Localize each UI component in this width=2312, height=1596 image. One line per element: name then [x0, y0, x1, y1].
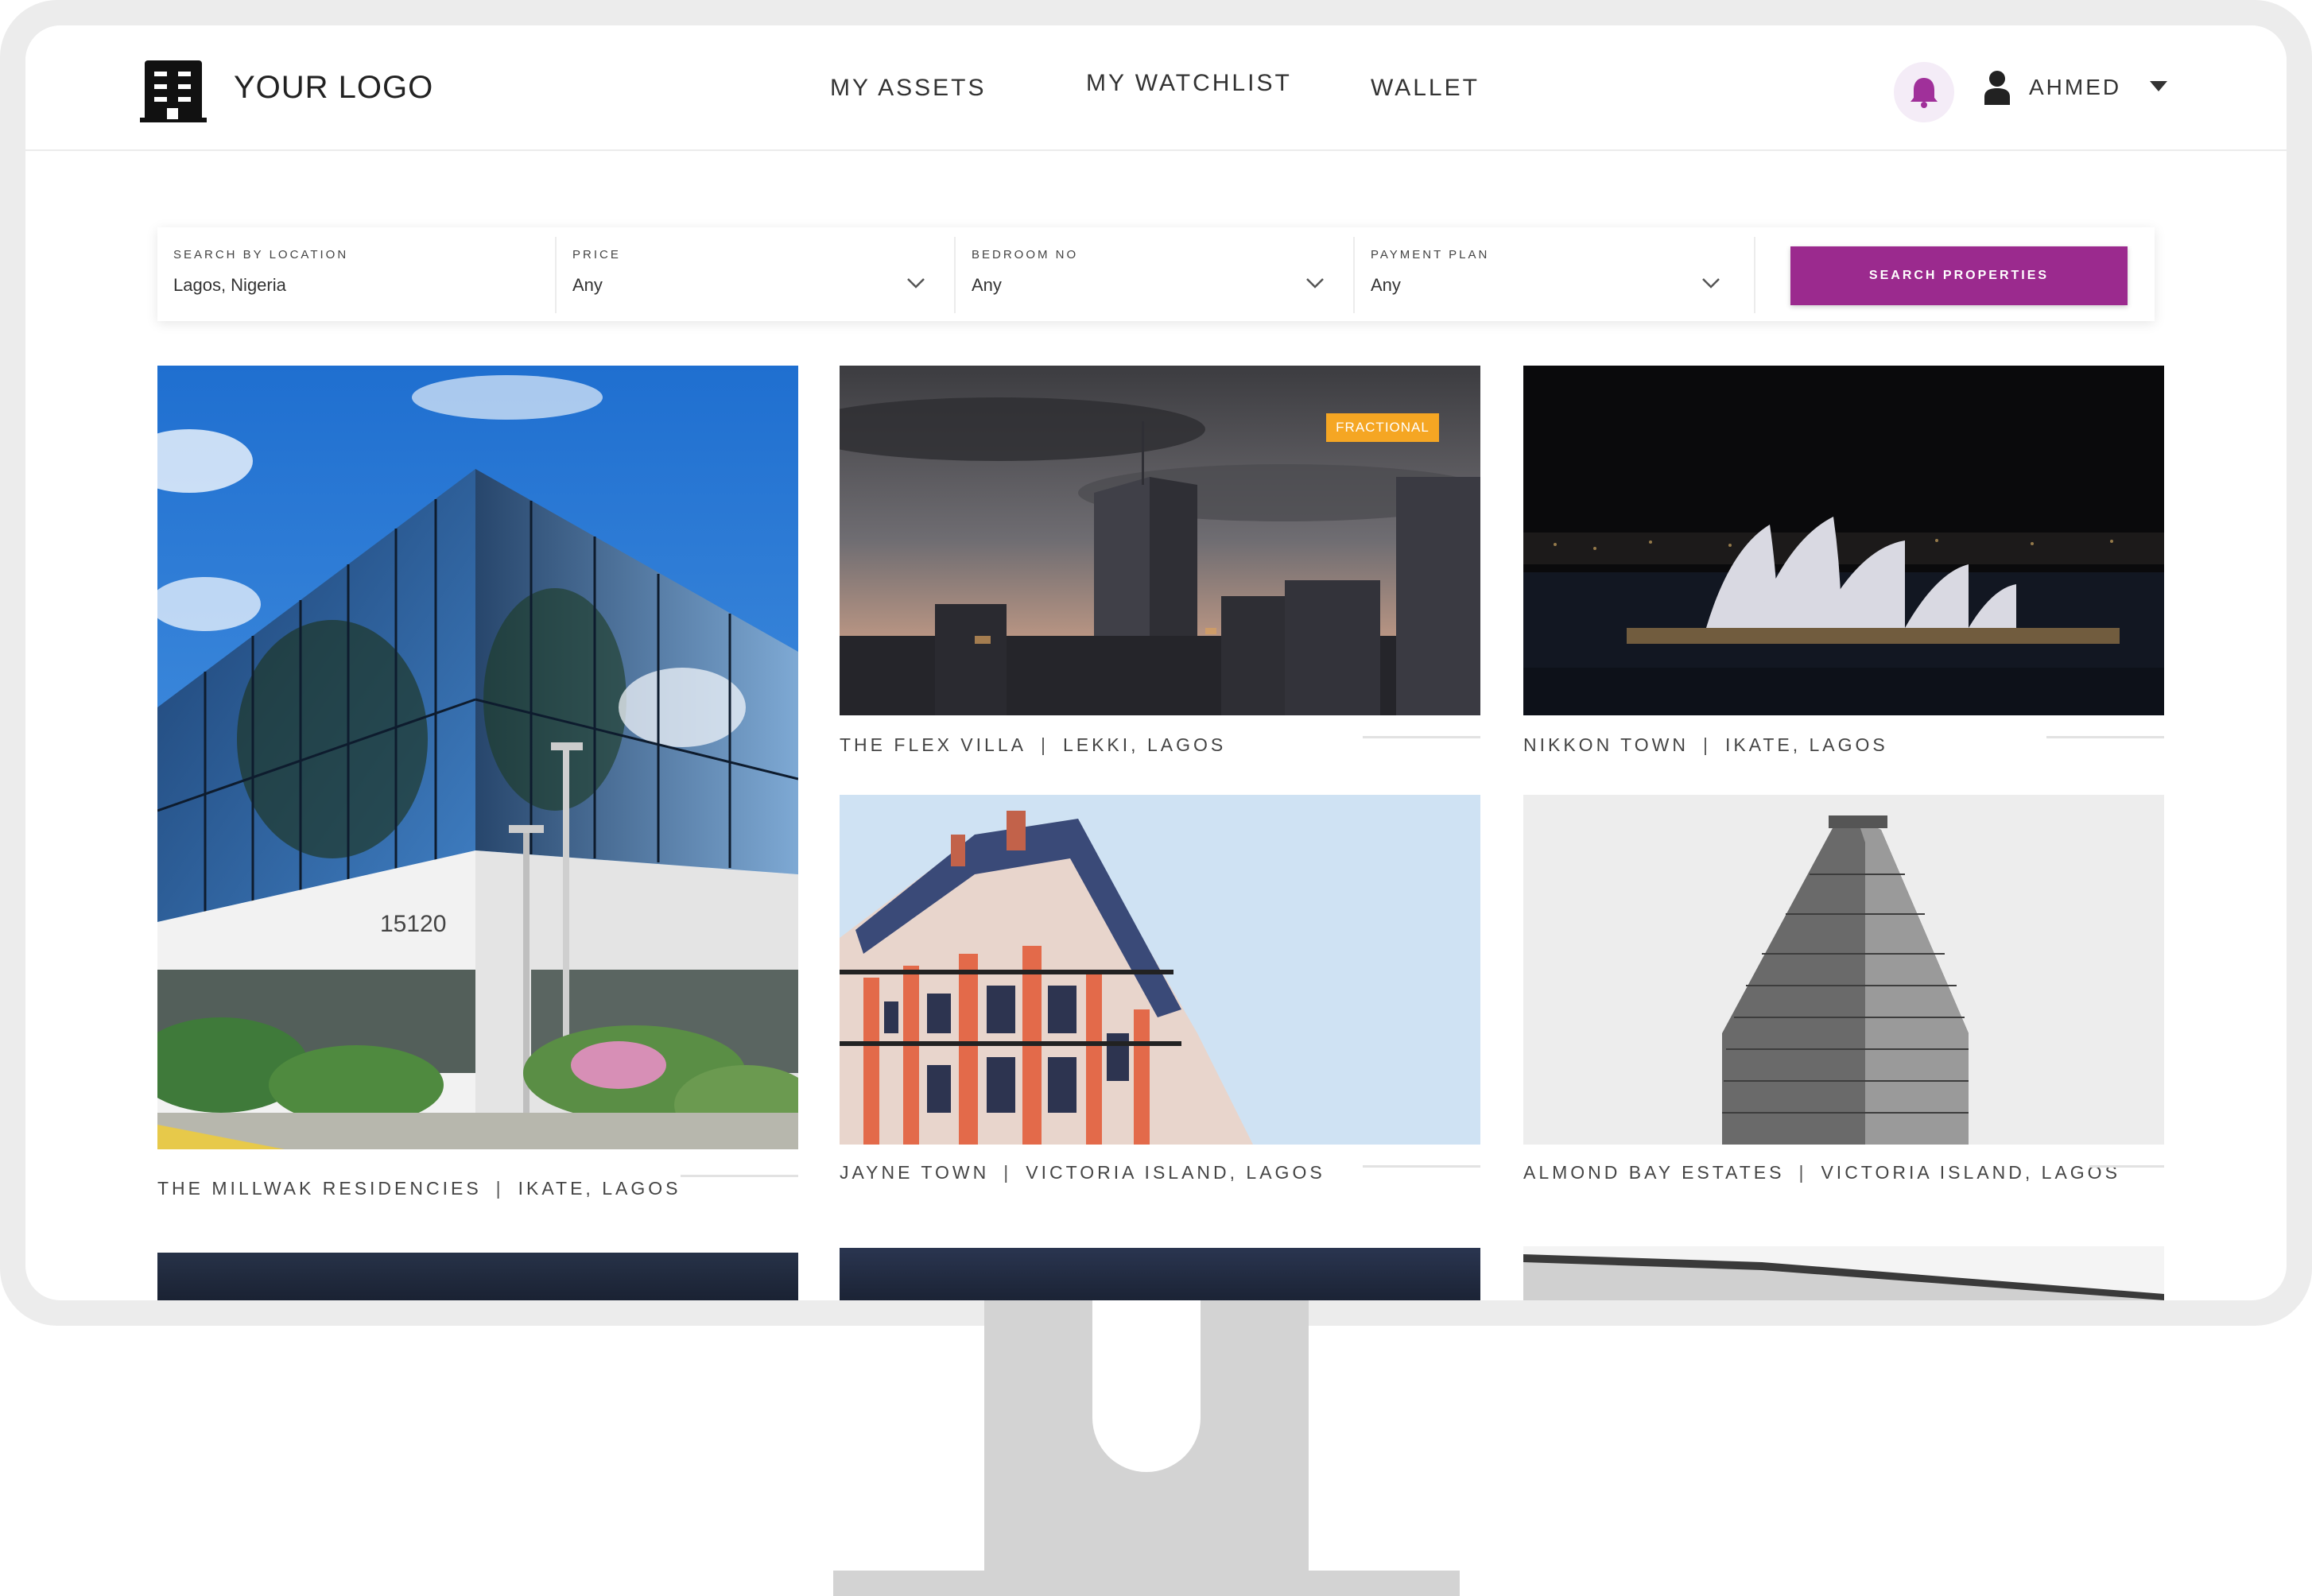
user-menu-caret-icon[interactable]: [2150, 81, 2167, 91]
price-label: PRICE: [572, 248, 621, 261]
user-icon[interactable]: [1983, 70, 2011, 105]
property-caption[interactable]: THE FLEX VILLA | LEKKI, LAGOS: [840, 734, 1226, 756]
separator: |: [1703, 734, 1711, 755]
nav-my-watchlist[interactable]: MY WATCHLIST: [1086, 70, 1292, 97]
property-image-jayne-town[interactable]: [840, 795, 1480, 1145]
property-name[interactable]: THE FLEX VILLA: [840, 734, 1026, 755]
screen: YOUR LOGO MY ASSETS MY WATCHLIST WALLET …: [25, 25, 2287, 1300]
property-location: VICTORIA ISLAND, LAGOS: [1821, 1162, 2120, 1183]
chevron-down-icon[interactable]: [906, 277, 925, 289]
property-image-millwak[interactable]: 15120: [157, 366, 798, 1149]
logo-text[interactable]: YOUR LOGO: [234, 70, 433, 106]
nav-my-assets[interactable]: MY ASSETS: [830, 75, 987, 102]
bedroom-select[interactable]: BEDROOM NO Any: [956, 227, 1353, 321]
property-name[interactable]: ALMOND BAY ESTATES: [1523, 1162, 1784, 1183]
property-caption[interactable]: NIKKON TOWN | IKATE, LAGOS: [1523, 734, 1888, 756]
property-image-partial[interactable]: [840, 1248, 1480, 1300]
payment-plan-select[interactable]: PAYMENT PLAN Any: [1355, 227, 1752, 321]
property-caption[interactable]: ALMOND BAY ESTATES | VICTORIA ISLAND, LAGO…: [1523, 1162, 2120, 1183]
property-location: VICTORIA ISLAND, LAGOS: [1026, 1162, 1325, 1183]
separator: |: [1040, 734, 1049, 755]
nav-wallet[interactable]: WALLET: [1371, 75, 1480, 102]
property-caption[interactable]: JAYNE TOWN | VICTORIA ISLAND, LAGOS: [840, 1162, 1325, 1183]
property-location: IKATE, LAGOS: [518, 1178, 681, 1199]
bedroom-value[interactable]: Any: [972, 275, 1002, 296]
separator: |: [1003, 1162, 1012, 1183]
caption-rule: [1363, 736, 1480, 738]
top-navbar: YOUR LOGO MY ASSETS MY WATCHLIST WALLET …: [25, 25, 2287, 151]
property-image-almond-bay[interactable]: [1523, 795, 2164, 1145]
building-number: 15120: [380, 911, 446, 937]
location-input[interactable]: Lagos, Nigeria: [173, 275, 286, 296]
property-image-nikkon-town[interactable]: [1523, 366, 2164, 715]
chevron-down-icon[interactable]: [1305, 277, 1325, 289]
property-location: LEKKI, LAGOS: [1062, 734, 1227, 755]
property-image-partial[interactable]: [1523, 1246, 2164, 1300]
property-caption[interactable]: THE MILLWAK RESIDENCIES | IKATE, LAGOS: [157, 1178, 681, 1199]
property-name[interactable]: NIKKON TOWN: [1523, 734, 1689, 755]
search-properties-button[interactable]: SEARCH PROPERTIES: [1790, 246, 2128, 305]
price-value[interactable]: Any: [572, 275, 603, 296]
bell-icon: [1911, 78, 1938, 108]
property-name[interactable]: JAYNE TOWN: [840, 1162, 989, 1183]
price-select[interactable]: PRICE Any: [557, 227, 954, 321]
property-name[interactable]: THE MILLWAK RESIDENCIES: [157, 1178, 482, 1199]
caption-rule: [681, 1175, 798, 1177]
caption-rule: [2089, 1165, 2164, 1168]
chevron-down-icon[interactable]: [1701, 277, 1720, 289]
divider: [1754, 237, 1755, 313]
notification-button[interactable]: [1894, 62, 1954, 122]
building-logo-icon[interactable]: [140, 57, 207, 124]
bedroom-label: BEDROOM NO: [972, 248, 1079, 261]
property-image-partial[interactable]: [157, 1253, 798, 1300]
monitor-stand-base: [833, 1571, 1460, 1596]
payment-plan-value[interactable]: Any: [1371, 275, 1401, 296]
monitor-stand-notch: [1092, 1300, 1201, 1472]
separator: |: [495, 1178, 504, 1199]
caption-rule: [2046, 736, 2164, 738]
fractional-badge: FRACTIONAL: [1326, 413, 1439, 442]
property-search-bar: SEARCH BY LOCATION Lagos, Nigeria PRICE …: [157, 227, 2155, 321]
caption-rule: [1363, 1165, 1480, 1168]
separator: |: [1798, 1162, 1807, 1183]
property-location: IKATE, LAGOS: [1724, 734, 1888, 755]
user-name[interactable]: AHMED: [2029, 75, 2121, 100]
monitor-frame: YOUR LOGO MY ASSETS MY WATCHLIST WALLET …: [0, 0, 2312, 1326]
location-field[interactable]: SEARCH BY LOCATION Lagos, Nigeria: [157, 227, 555, 321]
payment-plan-label: PAYMENT PLAN: [1371, 248, 1490, 261]
location-label: SEARCH BY LOCATION: [173, 248, 349, 261]
